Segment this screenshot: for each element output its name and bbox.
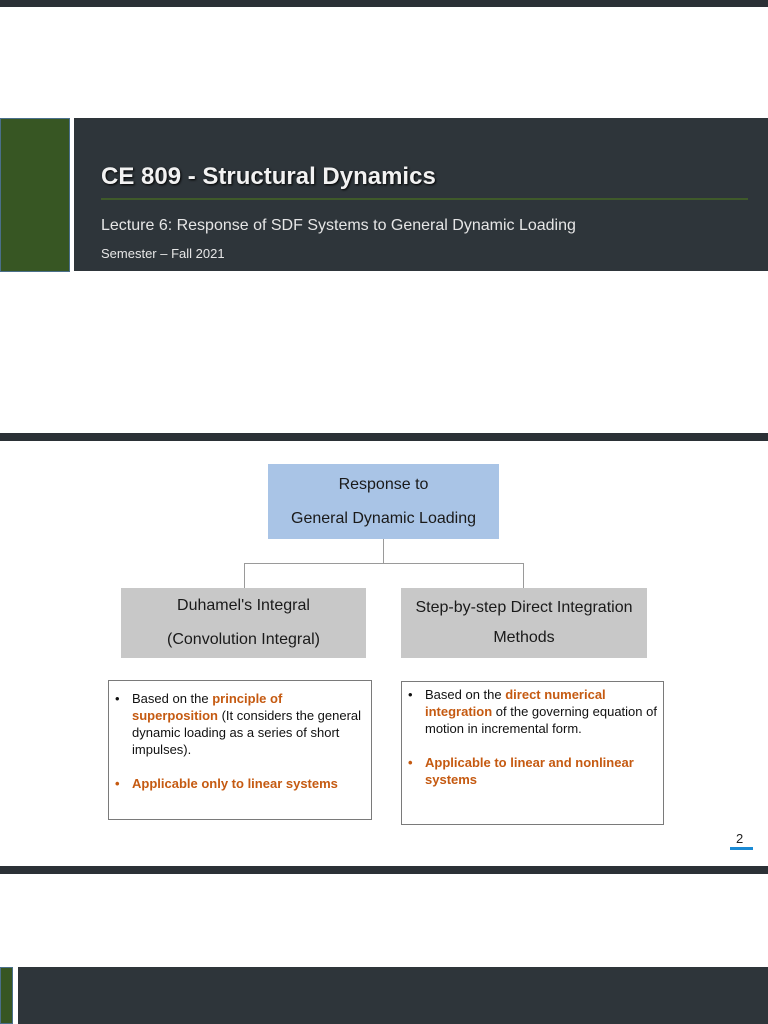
bullet-dot: • (408, 755, 413, 770)
slide-separator-bar-2 (0, 866, 768, 874)
slide-separator-bar (0, 433, 768, 441)
top-dark-bar (0, 0, 768, 7)
direct-bullet-applicability: • Applicable to linear and nonlinear syst… (408, 754, 657, 788)
bullet-dot: • (115, 776, 120, 791)
direct-bullet-basis: • Based on the direct numerical integrati… (408, 686, 657, 737)
duhamel-description-box: • Based on the principle of superposition… (108, 680, 372, 820)
left-node-line1: Duhamel's Integral (177, 597, 310, 614)
bullet-text-pre: Based on the (132, 691, 213, 706)
title-divider (101, 198, 748, 200)
page-number: 2 (736, 831, 744, 846)
next-slide-title-band (18, 967, 768, 1024)
connector-left-drop (244, 563, 245, 588)
bullet-text-pre: Based on the (425, 687, 506, 702)
connector-right-drop (523, 563, 524, 588)
slide-title: CE 809 - Structural Dynamics (101, 163, 436, 190)
root-node-line2: General Dynamic Loading (291, 509, 476, 527)
connector-root-stem (383, 539, 384, 564)
root-node-line1: Response to (338, 475, 429, 493)
node-duhamel-integral: Duhamel's Integral (Convolution Integral… (121, 588, 366, 658)
bullet-text: Applicable only to linear systems (132, 776, 338, 791)
right-node-line2: Methods (493, 629, 555, 646)
bullet-dot: • (115, 691, 120, 706)
semester-label: Semester – Fall 2021 (101, 246, 225, 261)
node-direct-integration: Step-by-step Direct Integration Methods (401, 588, 647, 658)
direct-integration-description-box: • Based on the direct numerical integrati… (401, 681, 664, 825)
root-node-response: Response to General Dynamic Loading (268, 464, 499, 539)
duhamel-bullet-applicability: • Applicable only to linear systems (115, 775, 363, 792)
page-number-underline (730, 847, 753, 850)
bullet-dot: • (408, 687, 413, 702)
title-accent-block (0, 118, 70, 272)
slide-subtitle: Lecture 6: Response of SDF Systems to Ge… (101, 217, 576, 234)
right-node-line1: Step-by-step Direct Integration (415, 599, 633, 616)
duhamel-bullet-principle: • Based on the principle of superposition… (115, 690, 363, 758)
connector-horizontal (244, 563, 524, 564)
next-slide-accent-block (0, 967, 13, 1024)
bullet-text: Applicable to linear and nonlinear syste… (425, 755, 634, 787)
left-node-line2: (Convolution Integral) (167, 631, 320, 648)
